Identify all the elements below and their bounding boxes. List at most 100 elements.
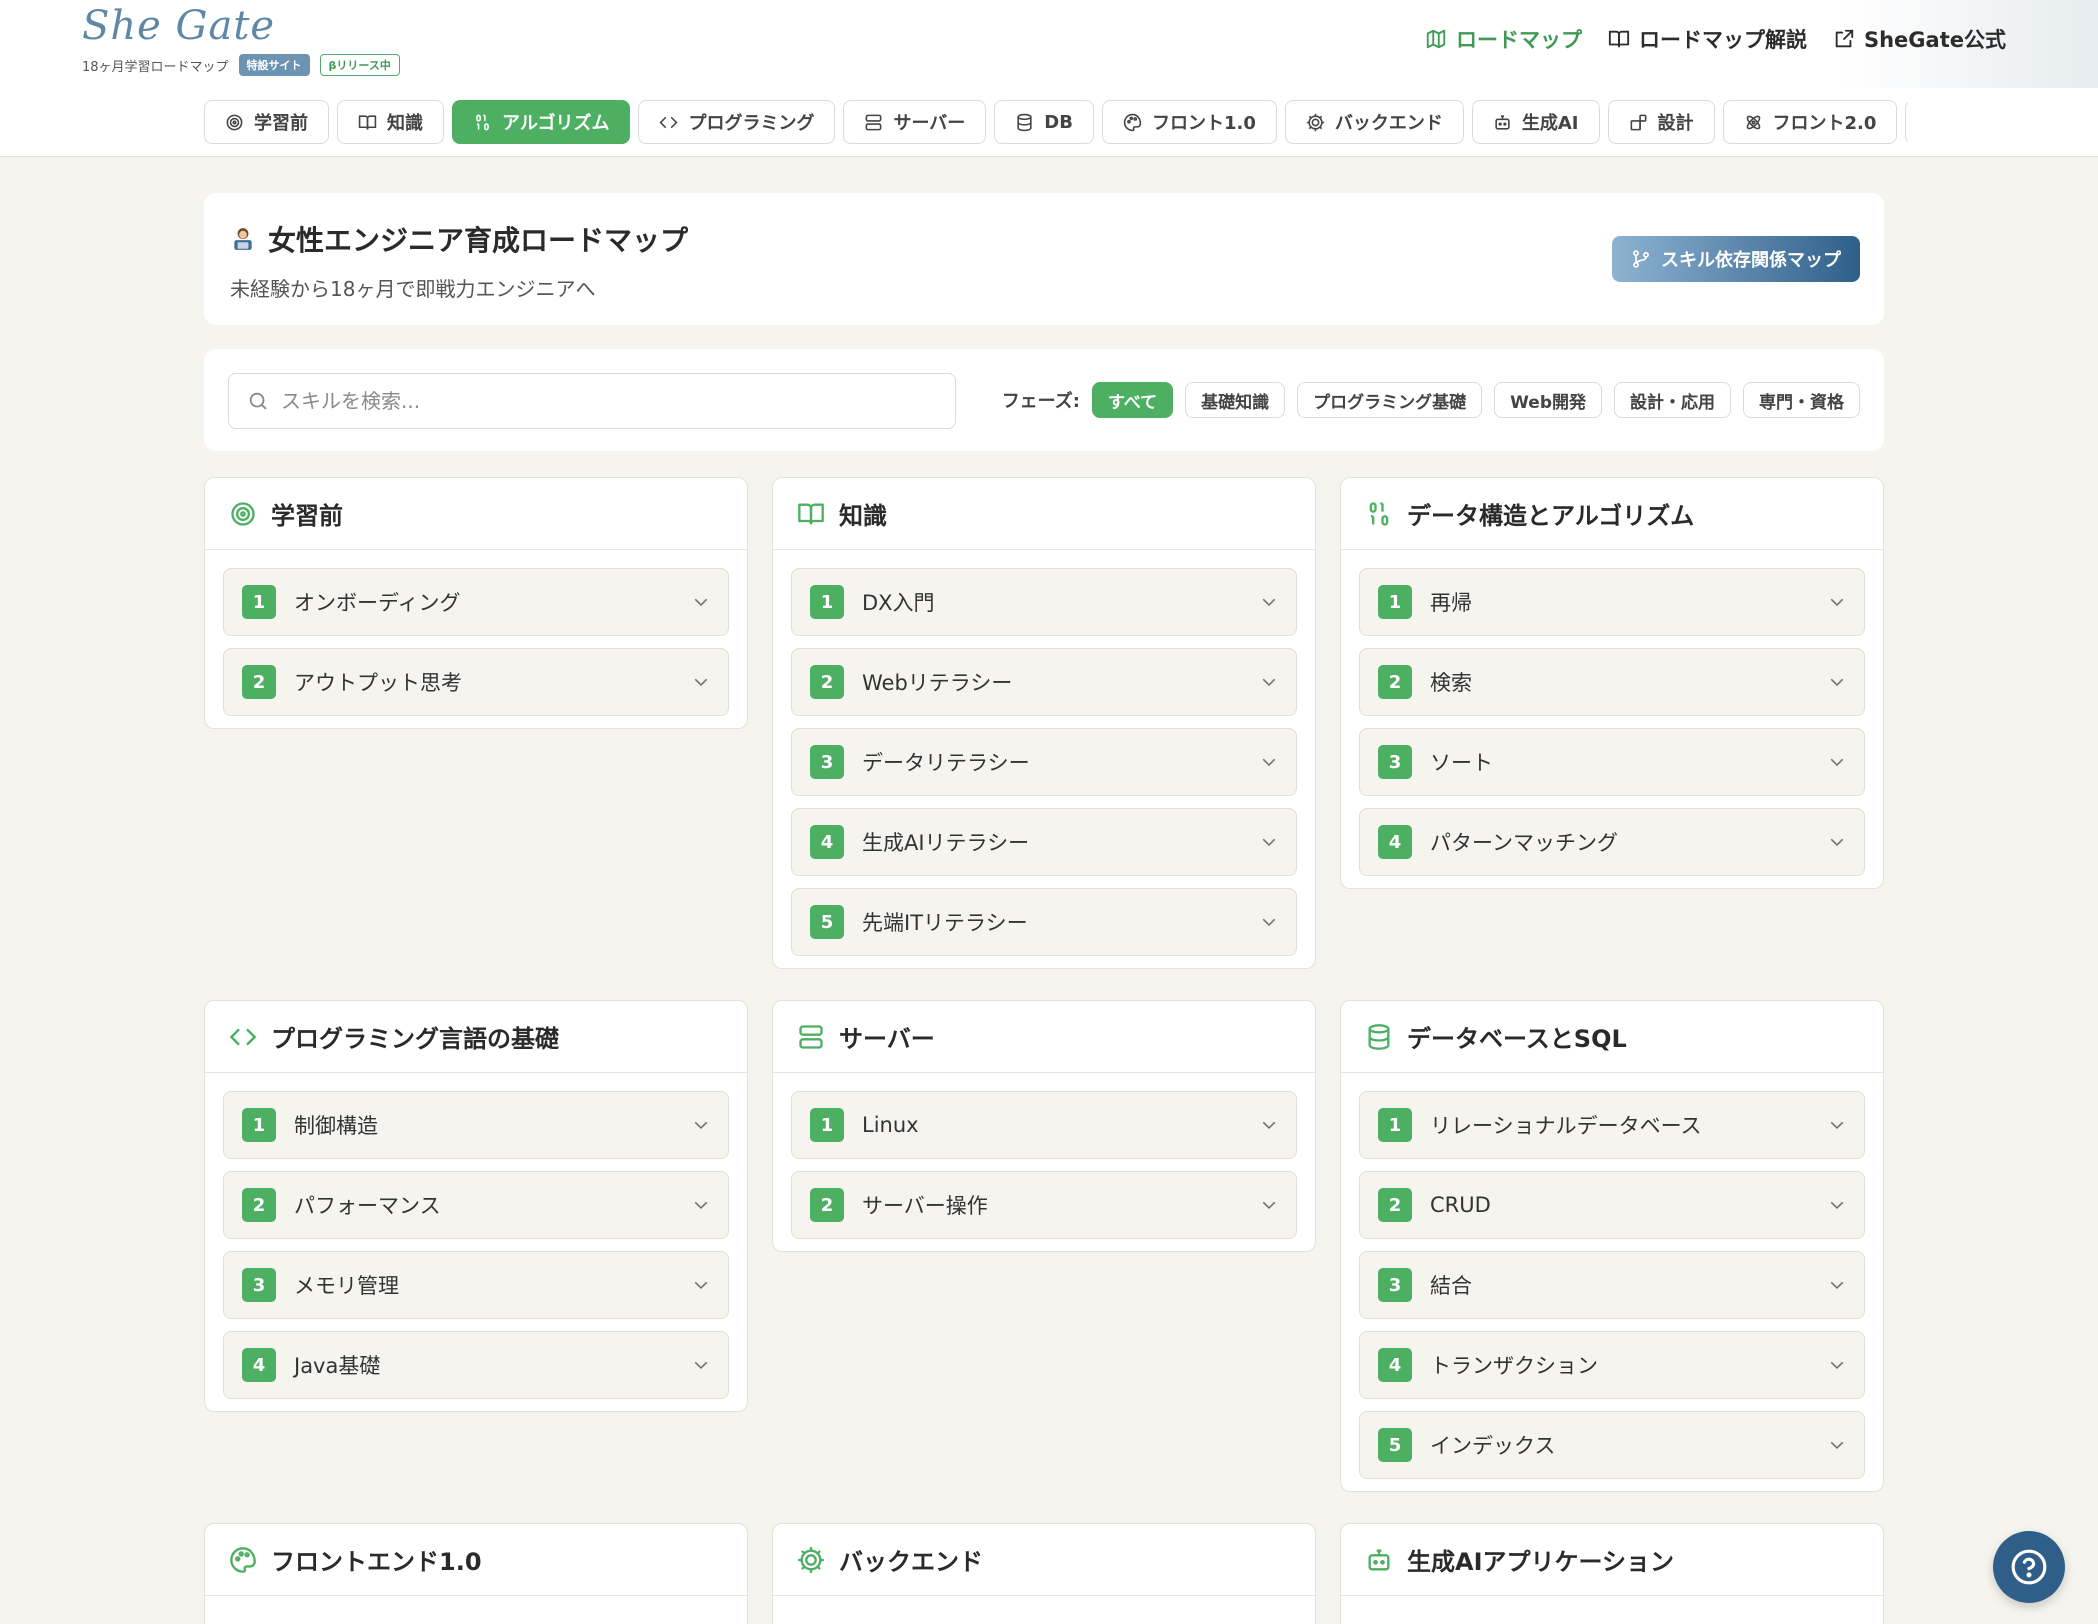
- category-card-database: データベースとSQL 1 リレーショナルデータベース 2 CRUD 3 結合 4 トラン…: [1340, 1000, 1884, 1492]
- phase-chip-all[interactable]: すべて: [1092, 382, 1174, 418]
- skill-item[interactable]: 2 検索: [1359, 648, 1865, 716]
- logo-subtitle: 18ヶ月学習ロードマップ: [82, 59, 229, 75]
- skill-item[interactable]: 4 Java基礎: [223, 1331, 729, 1399]
- phase-chip-basic[interactable]: 基礎知識: [1185, 382, 1286, 418]
- skill-item[interactable]: 2 CRUD: [1359, 1171, 1865, 1239]
- external-link-icon: [1835, 29, 1854, 48]
- palette-icon: [230, 1546, 256, 1573]
- technologist-icon: [234, 228, 252, 250]
- tab-backend[interactable]: バックエンド: [1284, 100, 1464, 144]
- tab-genai[interactable]: 生成AI: [1471, 100, 1600, 144]
- chevron-down-icon: [1262, 678, 1276, 687]
- chevron-down-icon: [1830, 1441, 1844, 1450]
- phase-chip-design[interactable]: 設計・応用: [1614, 382, 1731, 418]
- skill-item[interactable]: 4 パターンマッチング: [1359, 808, 1865, 876]
- chevron-down-icon: [1262, 598, 1276, 607]
- chevron-down-icon: [694, 678, 708, 687]
- chevron-down-icon: [1830, 758, 1844, 767]
- skill-item[interactable]: 3 メモリ管理: [223, 1251, 729, 1319]
- chevron-down-icon: [694, 1201, 708, 1210]
- cog-icon: [798, 1546, 824, 1573]
- category-card-pre-learning: 学習前 1 オンボーディング 2 アウトプット思考: [204, 477, 748, 729]
- tab-design[interactable]: 設計: [1607, 100, 1715, 144]
- skill-item[interactable]: 2 Webリテラシー: [791, 648, 1297, 716]
- cog-icon: [1306, 113, 1325, 131]
- category-card-genai: 生成AIアプリケーション: [1340, 1523, 1884, 1624]
- skill-item[interactable]: 2 パフォーマンス: [223, 1171, 729, 1239]
- help-button[interactable]: [1993, 1531, 2065, 1603]
- chevron-down-icon: [1830, 838, 1844, 847]
- phase-chip-expert[interactable]: 専門・資格: [1743, 382, 1860, 418]
- search-icon: [249, 392, 267, 410]
- header-link-label: ロードマップ解説: [1638, 28, 1807, 52]
- category-card-knowledge: 知識 1 DX入門 2 Webリテラシー 3 データリテラシー 4 生成AIリテラシー …: [772, 477, 1316, 969]
- special-site-badge: 特設サイト: [238, 54, 310, 76]
- search-input[interactable]: [281, 389, 921, 413]
- tab-algorithm[interactable]: アルゴリズム: [452, 100, 631, 144]
- chevron-down-icon: [694, 1361, 708, 1370]
- database-icon: [1017, 113, 1032, 131]
- tab-front-1[interactable]: フロント1.0: [1101, 100, 1277, 144]
- logo-text: She Gate: [82, 3, 276, 49]
- tab-knowledge[interactable]: 知識: [337, 100, 444, 144]
- skill-item[interactable]: 1 Linux: [791, 1091, 1297, 1159]
- code-icon: [229, 1028, 257, 1045]
- help-circle-icon: [2011, 1549, 2047, 1585]
- skill-item[interactable]: 2 アウトプット思考: [223, 648, 729, 716]
- skill-item[interactable]: 2 サーバー操作: [791, 1171, 1297, 1239]
- category-header: 学習前: [205, 478, 747, 550]
- skill-item[interactable]: 5 先端ITリテラシー: [791, 888, 1297, 956]
- chevron-down-icon: [694, 1121, 708, 1130]
- skill-item[interactable]: 4 トランザクション: [1359, 1331, 1865, 1399]
- skill-item[interactable]: 4 生成AIリテラシー: [791, 808, 1297, 876]
- chevron-down-icon: [1830, 598, 1844, 607]
- chevron-down-icon: [1830, 1121, 1844, 1130]
- top-header: She Gate 18ヶ月学習ロードマップ 特設サイト βリリース中 ロードマッ…: [0, 0, 2098, 157]
- category-card-frontend-1: フロントエンド1.0: [204, 1523, 748, 1624]
- tab-front-2[interactable]: フロント2.0: [1722, 100, 1898, 144]
- tab-server[interactable]: サーバー: [843, 100, 987, 144]
- skill-item[interactable]: 1 オンボーディング: [223, 568, 729, 636]
- palette-icon: [1123, 113, 1142, 131]
- category-header: フロントエンド1.0: [205, 1524, 747, 1596]
- skill-item[interactable]: 1 制御構造: [223, 1091, 729, 1159]
- skill-item[interactable]: 3 データリテラシー: [791, 728, 1297, 796]
- blocks-icon: [1630, 114, 1646, 130]
- tab-programming[interactable]: プログラミング: [638, 100, 836, 144]
- header-link-label: SheGate公式: [1863, 28, 2006, 52]
- category-card-programming-basics: プログラミング言語の基礎 1 制御構造 2 パフォーマンス 3 メモリ管理 4 Java…: [204, 1000, 748, 1412]
- chevron-down-icon: [1262, 1121, 1276, 1130]
- search-box: [228, 373, 956, 429]
- binary-icon: [476, 114, 489, 130]
- chevron-down-icon: [1262, 838, 1276, 847]
- bot-icon: [1495, 114, 1510, 130]
- phase-chip-programming[interactable]: プログラミング基礎: [1297, 382, 1483, 418]
- skill-item[interactable]: 1 リレーショナルデータベース: [1359, 1091, 1865, 1159]
- skill-item[interactable]: 1 DX入門: [791, 568, 1297, 636]
- tab-pre-learning[interactable]: 学習前: [204, 100, 329, 144]
- header-link-roadmap-guide[interactable]: ロードマップ解説: [1608, 24, 1807, 54]
- tab-pro[interactable]: プロ: [1905, 100, 1908, 144]
- header-link-official[interactable]: SheGate公式: [1833, 24, 2006, 54]
- category-card-backend: バックエンド: [772, 1523, 1316, 1624]
- chevron-down-icon: [1262, 918, 1276, 927]
- category-header: 知識: [773, 478, 1315, 550]
- skill-item[interactable]: 3 結合: [1359, 1251, 1865, 1319]
- site-logo[interactable]: She Gate 18ヶ月学習ロードマップ 特設サイト βリリース中: [82, 4, 400, 76]
- phase-filter: フェーズ: すべて 基礎知識 プログラミング基礎 Web開発 設計・応用 専門・…: [1002, 382, 1860, 418]
- category-card-algorithm: データ構造とアルゴリズム 1 再帰 2 検索 3 ソート 4 パターンマッチング: [1340, 477, 1884, 889]
- hero-card: 女性エンジニア育成ロードマップ 未経験から18ヶ月で即戦力エンジニアへ スキル依…: [204, 193, 1884, 325]
- skill-item[interactable]: 1 再帰: [1359, 568, 1865, 636]
- header-link-label: ロードマップ: [1455, 28, 1582, 52]
- binary-icon: [1369, 501, 1389, 526]
- header-link-roadmap[interactable]: ロードマップ: [1425, 24, 1582, 54]
- category-card-server: サーバー 1 Linux 2 サーバー操作: [772, 1000, 1316, 1252]
- tab-db[interactable]: DB: [994, 100, 1094, 144]
- skill-item[interactable]: 3 ソート: [1359, 728, 1865, 796]
- skill-dependency-map-button[interactable]: スキル依存関係マップ: [1612, 236, 1860, 282]
- category-header: プログラミング言語の基礎: [205, 1001, 747, 1073]
- skill-item[interactable]: 5 インデックス: [1359, 1411, 1865, 1479]
- beta-badge: βリリース中: [319, 54, 400, 76]
- phase-chip-web[interactable]: Web開発: [1494, 382, 1602, 418]
- chevron-down-icon: [1830, 678, 1844, 687]
